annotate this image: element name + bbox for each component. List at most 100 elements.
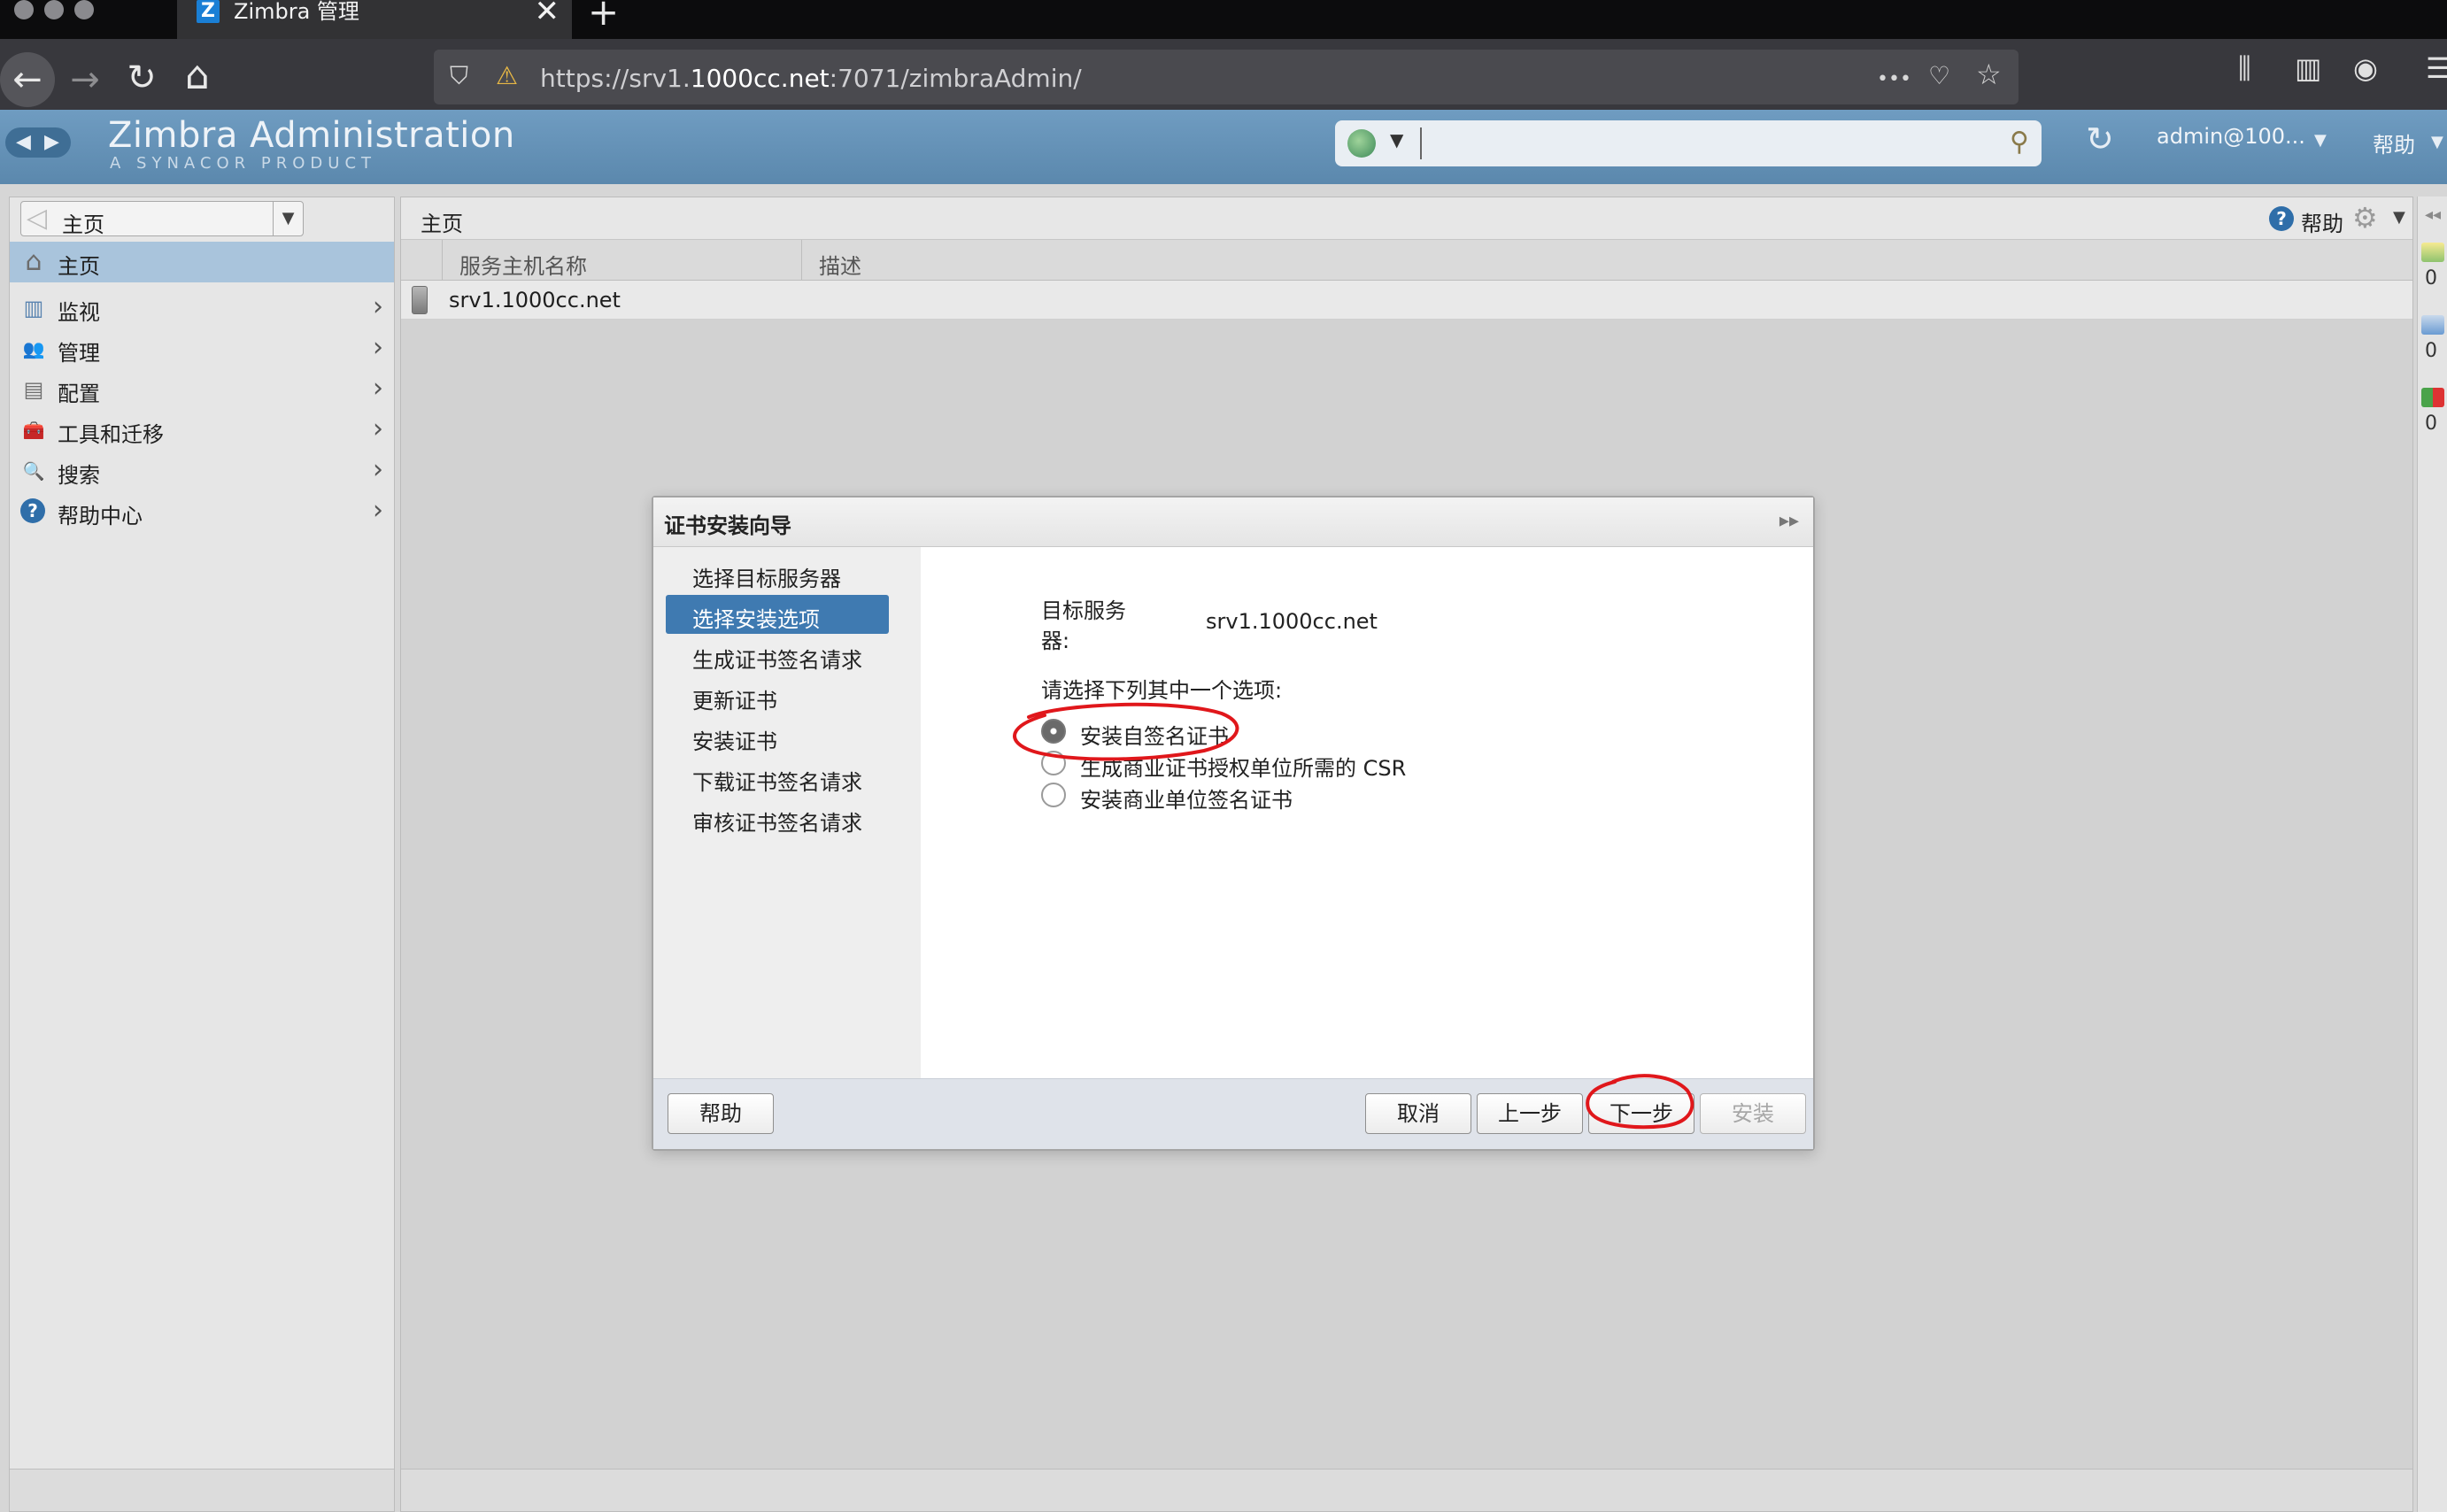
column-header-hostname[interactable]: 服务主机名称 [459, 249, 587, 280]
radio-generate-csr[interactable] [1041, 751, 1066, 775]
radio-self-signed[interactable] [1041, 719, 1066, 744]
cancel-button[interactable]: 取消 [1365, 1093, 1471, 1134]
search-input[interactable] [1420, 127, 1987, 159]
help-icon[interactable]: ? [2269, 206, 2294, 231]
sidebar-item-search[interactable]: 🔍 搜索 › [10, 451, 394, 491]
wizard-step-label: 审核证书签名请求 [692, 811, 862, 836]
wizard-step-download-csr[interactable]: 下载证书签名请求 [666, 758, 889, 797]
menu-icon[interactable]: ☰ [2426, 53, 2447, 83]
option-generate-csr-label[interactable]: 生成商业证书授权单位所需的 CSR [1080, 751, 1406, 782]
wizard-step-generate-csr[interactable]: 生成证书签名请求 [666, 636, 889, 675]
sidebar-item-label: 搜索 [58, 463, 100, 488]
column-header-description[interactable]: 描述 [819, 249, 861, 280]
column-separator[interactable] [801, 240, 802, 281]
wizard-step-review-csr[interactable]: 审核证书签名请求 [666, 798, 889, 837]
target-server-value: srv1.1000cc.net [1206, 609, 1378, 634]
history-forward-icon[interactable]: ▶ [44, 127, 59, 158]
expand-dialog-icon[interactable]: ▸▸ [1779, 510, 1799, 532]
search-scope-caret-icon[interactable]: ▼ [1390, 129, 1403, 150]
user-menu[interactable]: admin@100... [2157, 124, 2305, 149]
option-self-signed-label[interactable]: 安装自签名证书 [1080, 719, 1229, 750]
wizard-step-install-cert[interactable]: 安装证书 [666, 717, 889, 756]
home-button[interactable]: ⌂ [179, 57, 216, 96]
window-zoom-dot[interactable] [74, 0, 94, 19]
header-help-link[interactable]: 帮助 [2373, 127, 2415, 158]
breadcrumb-selector[interactable]: ◁ 主页 ▼ [20, 201, 304, 237]
sidebar-icon[interactable]: ▥ [2295, 53, 2321, 83]
gear-caret-icon[interactable]: ▼ [2393, 208, 2405, 227]
url-text[interactable]: https://srv1.1000cc.net:7071/zimbraAdmin… [540, 64, 1082, 93]
global-search: ▼ ⚲ [1335, 120, 2042, 166]
sidebar-item-configure[interactable]: ▤ 配置 › [10, 369, 394, 410]
collapse-right-icon[interactable]: ◂◂ [2425, 205, 2441, 224]
wizard-step-update-cert[interactable]: 更新证书 [666, 676, 889, 715]
dialog-title-bar[interactable]: 证书安装向导 ▸▸ [653, 498, 1813, 547]
bookmark-star-icon[interactable]: ☆ [1976, 60, 2002, 89]
close-tab-icon[interactable]: ✕ [535, 0, 560, 27]
reload-button[interactable]: ↻ [124, 60, 159, 96]
sidebar-item-label: 工具和迁移 [58, 422, 164, 447]
status-count-3: 0 [2425, 413, 2437, 435]
sidebar-item-home[interactable]: ⌂ 主页 [10, 242, 394, 282]
forward-button[interactable]: → [67, 62, 103, 97]
radio-commercial-cert[interactable] [1041, 783, 1066, 807]
install-button[interactable]: 安装 [1700, 1093, 1806, 1134]
table-row[interactable]: srv1.1000cc.net [401, 281, 2412, 320]
url-prefix: https://srv1. [540, 64, 691, 93]
help-center-icon: ? [20, 498, 45, 523]
window-close-dot[interactable] [14, 0, 34, 19]
chevron-right-icon: › [373, 454, 383, 485]
main-help-link[interactable]: 帮助 [2301, 206, 2343, 237]
page-title: 主页 [421, 212, 463, 236]
breadcrumb: 主页 [62, 212, 104, 237]
library-icon[interactable]: ⫼ [2238, 53, 2251, 83]
help-caret-icon[interactable]: ▼ [2431, 133, 2443, 151]
status-count-2: 0 [2425, 340, 2437, 362]
left-panel-footer [10, 1469, 394, 1511]
sidebar-item-monitor[interactable]: ▥ 监视 › [10, 288, 394, 328]
chevron-right-icon: › [373, 495, 383, 526]
user-menu-caret-icon[interactable]: ▼ [2314, 131, 2327, 150]
sidebar-item-manage[interactable]: 👥 管理 › [10, 328, 394, 369]
history-nav[interactable]: ◀ ▶ [5, 127, 71, 158]
target-server-label-line1: 目标服务 [1041, 598, 1126, 623]
previous-button[interactable]: 上一步 [1477, 1093, 1583, 1134]
wizard-step-select-server[interactable]: 选择目标服务器 [666, 554, 889, 593]
address-bar[interactable]: ⛉ ⚠ https://srv1.1000cc.net:7071/zimbraA… [434, 50, 2019, 104]
right-status-strip: ◂◂ 0 0 0 [2417, 197, 2447, 1512]
chevron-right-icon: › [373, 332, 383, 363]
target-server-label-line2: 器: [1041, 629, 1070, 653]
browser-tab-bar: Z Zimbra 管理 ✕ + [0, 0, 2447, 39]
chevron-right-icon: › [373, 373, 383, 404]
browser-tab-active[interactable]: Z Zimbra 管理 ✕ [177, 0, 572, 39]
wizard-step-label: 更新证书 [692, 689, 777, 714]
account-icon[interactable]: ◉ [2353, 53, 2378, 83]
help-button[interactable]: 帮助 [668, 1093, 774, 1134]
back-button[interactable]: ← [0, 52, 55, 107]
window-minimize-dot[interactable] [44, 0, 64, 19]
page-actions-icon[interactable]: ••• [1877, 66, 1911, 94]
pocket-icon[interactable]: ♡ [1928, 62, 1950, 90]
refresh-icon[interactable]: ↻ [2086, 120, 2114, 158]
sidebar-item-help-center[interactable]: ? 帮助中心 › [10, 491, 394, 532]
search-scope-globe-icon[interactable] [1347, 129, 1376, 158]
tab-title: Zimbra 管理 [234, 0, 359, 24]
wizard-steps: 选择目标服务器 选择安装选项 生成证书签名请求 更新证书 安装证书 下载证书签名… [653, 547, 921, 1078]
home-icon: ⌂ [25, 246, 42, 277]
wizard-step-install-options[interactable]: 选择安装选项 [666, 595, 889, 634]
new-tab-button[interactable]: + [588, 0, 619, 31]
next-button[interactable]: 下一步 [1588, 1093, 1694, 1134]
app-title: Zimbra Administration [108, 115, 515, 156]
history-back-icon[interactable]: ◀ [16, 127, 31, 158]
search-icon[interactable]: ⚲ [2010, 127, 2029, 158]
status-note-icon [2421, 243, 2444, 262]
wizard-step-label: 选择目标服务器 [692, 567, 841, 591]
insecure-lock-icon[interactable]: ⚠ [496, 62, 518, 90]
chevron-down-icon[interactable]: ▼ [273, 202, 303, 235]
gear-icon[interactable]: ⚙ [2352, 203, 2378, 233]
wizard-step-label: 选择安装选项 [692, 607, 820, 632]
sidebar-item-tools[interactable]: 🧰 工具和迁移 › [10, 410, 394, 451]
server-hostname: srv1.1000cc.net [449, 288, 621, 312]
tracking-shield-icon[interactable]: ⛉ [450, 62, 468, 90]
option-commercial-cert-label[interactable]: 安装商业单位签名证书 [1080, 783, 1293, 814]
